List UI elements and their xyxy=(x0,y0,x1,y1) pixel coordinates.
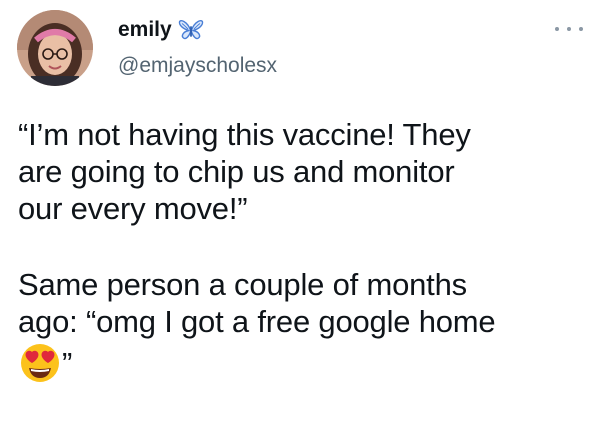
name-row: emily xyxy=(118,18,204,42)
tweet-paragraph: “I’m not having this vaccine! They are g… xyxy=(18,116,593,227)
avatar[interactable] xyxy=(17,10,93,86)
tweet-line: ago: “omg I got a free google home xyxy=(18,304,496,339)
user-handle[interactable]: @emjayscholesx xyxy=(118,54,277,78)
tweet-line: “I’m not having this vaccine! They xyxy=(18,117,471,152)
tweet-line-last: ” xyxy=(18,340,593,384)
tweet-line: our every move!” xyxy=(18,191,248,226)
closing-quote: ” xyxy=(62,346,73,381)
heart-eyes-emoji-icon xyxy=(18,340,62,384)
tweet-text: “I’m not having this vaccine! They are g… xyxy=(18,116,593,384)
tweet-line: are going to chip us and monitor xyxy=(18,154,455,189)
more-icon-dot xyxy=(579,27,583,31)
tweet-line: Same person a couple of months xyxy=(18,267,467,302)
tweet-card: emily @emjayscholesx “I’m not having thi… xyxy=(0,0,599,448)
more-icon xyxy=(555,27,559,31)
display-name[interactable]: emily xyxy=(118,18,172,42)
more-options-button[interactable] xyxy=(555,22,583,36)
tweet-paragraph: Same person a couple of months ago: “omg… xyxy=(18,266,593,384)
butterfly-icon xyxy=(178,19,204,41)
more-icon-dot xyxy=(567,27,571,31)
